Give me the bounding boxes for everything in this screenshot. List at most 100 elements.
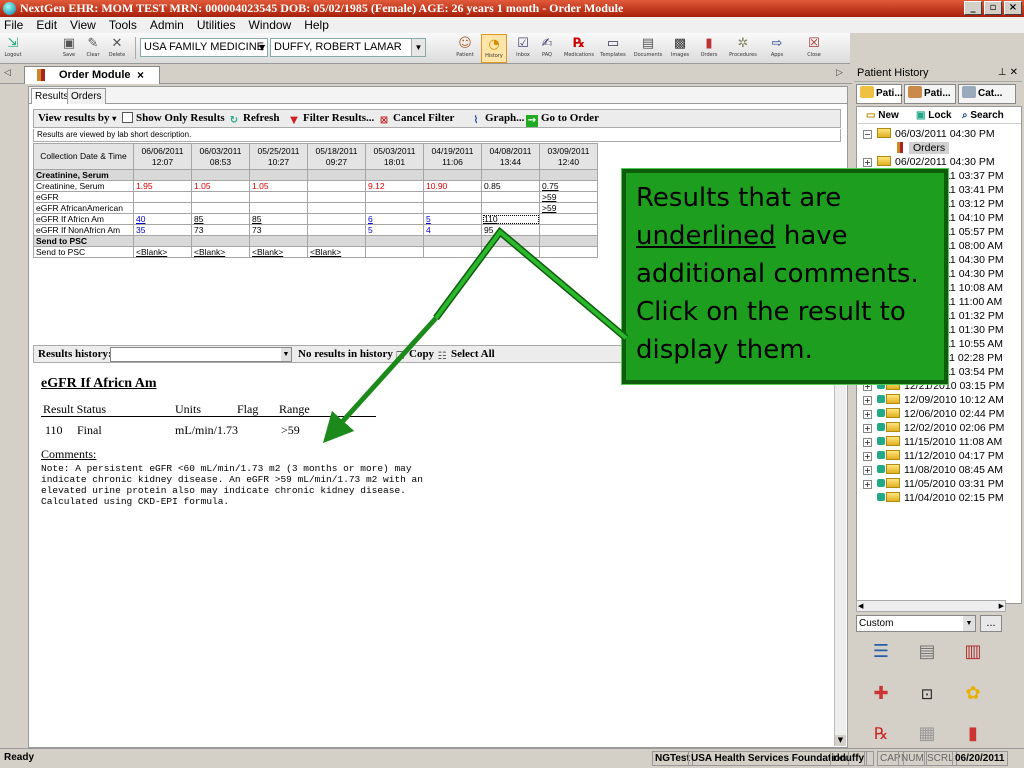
menu-help[interactable]: Help bbox=[304, 17, 329, 33]
copy-button[interactable]: ❐ Copy bbox=[394, 346, 435, 363]
tab-patient-info[interactable]: Pati... bbox=[904, 84, 956, 104]
result-cell[interactable]: 1.05 bbox=[191, 180, 250, 192]
result-cell-commented[interactable]: <Blank> bbox=[133, 246, 192, 258]
close-window-button[interactable]: × bbox=[1004, 1, 1022, 15]
column-header-date[interactable]: 06/03/2011 08:53 bbox=[191, 143, 250, 170]
select-all-button[interactable]: ☷ Select All bbox=[436, 346, 495, 363]
column-header-date[interactable]: 05/18/2011 09:27 bbox=[307, 143, 366, 170]
result-cell[interactable]: 0.85 bbox=[481, 180, 540, 192]
chevron-down-icon[interactable]: ▼ bbox=[963, 616, 975, 631]
logout-button[interactable]: ⇲ Logout bbox=[2, 34, 24, 63]
chevron-down-icon[interactable]: ▼ bbox=[411, 39, 425, 56]
view-options-button[interactable]: ... bbox=[980, 615, 1002, 632]
view-results-by-button[interactable]: View results by ▾ bbox=[38, 110, 116, 127]
results-history-combo[interactable]: ▼ bbox=[110, 347, 292, 362]
result-cell[interactable]: 1.95 bbox=[133, 180, 192, 192]
lab-tubes-icon[interactable]: ▮ bbox=[960, 721, 986, 747]
result-cell[interactable]: 4 bbox=[423, 224, 482, 236]
result-cell-commented[interactable]: <Blank> bbox=[249, 246, 308, 258]
pin-close-icon[interactable]: ⊥ ✕ bbox=[998, 65, 1018, 81]
tree-encounter[interactable]: +12/02/2010 02:06 PM bbox=[863, 421, 1004, 435]
cancel-filter-button[interactable]: ⊠ Cancel Filter bbox=[378, 110, 455, 127]
menu-utilities[interactable]: Utilities bbox=[197, 17, 236, 33]
view-combo[interactable]: Custom ▼ bbox=[856, 615, 976, 632]
tree-encounter[interactable]: +11/04/2010 02:15 PM bbox=[863, 491, 1004, 505]
menu-admin[interactable]: Admin bbox=[150, 17, 184, 33]
column-header-date[interactable]: 03/09/2011 12:40 bbox=[539, 143, 598, 170]
delete-button[interactable]: ✕ Delete bbox=[106, 34, 128, 63]
result-cell[interactable]: 5 bbox=[365, 224, 424, 236]
medications-button[interactable]: ℞ Medications bbox=[562, 34, 596, 63]
provider-combo[interactable]: DUFFY, ROBERT LAMAR ▼ bbox=[270, 38, 426, 57]
menu-window[interactable]: Window bbox=[249, 17, 292, 33]
procedures-button[interactable]: ✲ Procedures bbox=[726, 34, 760, 63]
expand-icon[interactable]: + bbox=[863, 396, 872, 405]
expand-icon[interactable]: + bbox=[863, 158, 872, 167]
tree-encounter[interactable]: +11/12/2010 04:17 PM bbox=[863, 449, 1004, 463]
menu-view[interactable]: View bbox=[70, 17, 96, 33]
save-button[interactable]: ▣ Save bbox=[60, 34, 78, 63]
apps-button[interactable]: ⇨ Apps bbox=[762, 34, 792, 63]
scroll-left-icon[interactable]: ◀ bbox=[858, 601, 863, 611]
column-header-date[interactable]: 04/08/2011 13:44 bbox=[481, 143, 540, 170]
result-cell-commented[interactable]: 40 bbox=[133, 213, 192, 225]
expand-icon[interactable]: + bbox=[863, 424, 872, 433]
patient-button[interactable]: ☺ Patient bbox=[452, 34, 478, 63]
clear-button[interactable]: ✎ Clear bbox=[84, 34, 102, 63]
scroll-right-icon[interactable]: ▶ bbox=[999, 601, 1004, 611]
result-cell[interactable]: 95 bbox=[481, 224, 540, 236]
expand-icon[interactable]: + bbox=[863, 452, 872, 461]
practice-combo[interactable]: USA FAMILY MEDICINE bbox=[140, 38, 268, 57]
tree-encounter[interactable]: +11/15/2010 11:08 AM bbox=[863, 435, 1002, 449]
result-cell[interactable]: 73 bbox=[249, 224, 308, 236]
header-collection-date[interactable]: Collection Date & Time bbox=[33, 143, 134, 170]
tab-scroll-right-icon[interactable]: ▷ bbox=[836, 67, 843, 78]
restore-button[interactable]: ▫ bbox=[984, 1, 1002, 15]
result-cell-commented[interactable]: >59 bbox=[539, 191, 598, 203]
result-cell[interactable]: 1.05 bbox=[249, 180, 308, 192]
list-icon[interactable]: ☰ bbox=[868, 639, 894, 665]
tab-categories[interactable]: Cat... bbox=[958, 84, 1016, 104]
notes-icon[interactable]: ▤ bbox=[914, 639, 940, 665]
graph-button[interactable]: ⌇ Graph... bbox=[470, 110, 525, 127]
expand-icon[interactable]: + bbox=[863, 410, 872, 419]
result-cell[interactable]: 35 bbox=[133, 224, 192, 236]
refresh-button[interactable]: ↻ Refresh bbox=[228, 110, 280, 127]
result-cell-commented[interactable]: 85 bbox=[249, 213, 308, 225]
history-button[interactable]: ◔ History bbox=[481, 34, 507, 63]
tree-encounter[interactable]: +12/09/2010 10:12 AM bbox=[863, 393, 1004, 407]
tree-encounter[interactable]: +12/06/2010 02:44 PM bbox=[863, 407, 1004, 421]
result-cell[interactable]: 9.12 bbox=[365, 180, 424, 192]
tree-hscrollbar[interactable]: ◀ ▶ bbox=[856, 600, 1006, 612]
result-cell[interactable]: 73 bbox=[191, 224, 250, 236]
expand-icon[interactable]: + bbox=[863, 480, 872, 489]
go-to-order-button[interactable]: → Go to Order bbox=[526, 110, 599, 127]
result-cell-commented[interactable]: 110 bbox=[481, 213, 540, 225]
orders-button[interactable]: ▮ Orders bbox=[696, 34, 722, 63]
expand-icon[interactable]: + bbox=[863, 466, 872, 475]
column-header-date[interactable]: 04/19/2011 11:06 bbox=[423, 143, 482, 170]
tree-encounter[interactable]: − 06/03/2011 04:30 PM bbox=[863, 127, 995, 141]
result-cell-commented[interactable]: <Blank> bbox=[307, 246, 366, 258]
column-header-date[interactable]: 06/06/2011 12:07 bbox=[133, 143, 192, 170]
result-cell-commented[interactable]: 6 bbox=[365, 213, 424, 225]
result-cell-commented[interactable]: 85 bbox=[191, 213, 250, 225]
detail-scrollbar[interactable]: ▼ bbox=[834, 366, 846, 746]
rx-doc-icon[interactable]: ⊡ bbox=[914, 681, 940, 707]
result-cell-commented[interactable]: >59 bbox=[539, 202, 598, 214]
new-button[interactable]: ▭ New bbox=[866, 108, 899, 123]
practice-dropdown-icon[interactable]: ▼ bbox=[259, 43, 265, 52]
document-icon[interactable]: ▦ bbox=[914, 721, 940, 747]
documents-button[interactable]: ▤ Documents bbox=[632, 34, 664, 63]
collapse-icon[interactable]: − bbox=[863, 130, 872, 139]
result-cell-commented[interactable]: 0.75 bbox=[539, 180, 598, 192]
tab-order-module[interactable]: Order Module × bbox=[24, 66, 160, 84]
minimize-button[interactable]: _ bbox=[964, 1, 982, 15]
menu-file[interactable]: File bbox=[4, 17, 23, 33]
menu-tools[interactable]: Tools bbox=[109, 17, 137, 33]
allergy-icon[interactable]: ✿ bbox=[960, 681, 986, 707]
tab-patient-history[interactable]: Pati... bbox=[856, 84, 903, 104]
filter-results-button[interactable]: ▼ Filter Results... bbox=[288, 110, 374, 127]
tree-encounter[interactable]: +06/02/2011 04:30 PM bbox=[863, 155, 995, 169]
paq-button[interactable]: ✍ PAQ bbox=[536, 34, 558, 63]
